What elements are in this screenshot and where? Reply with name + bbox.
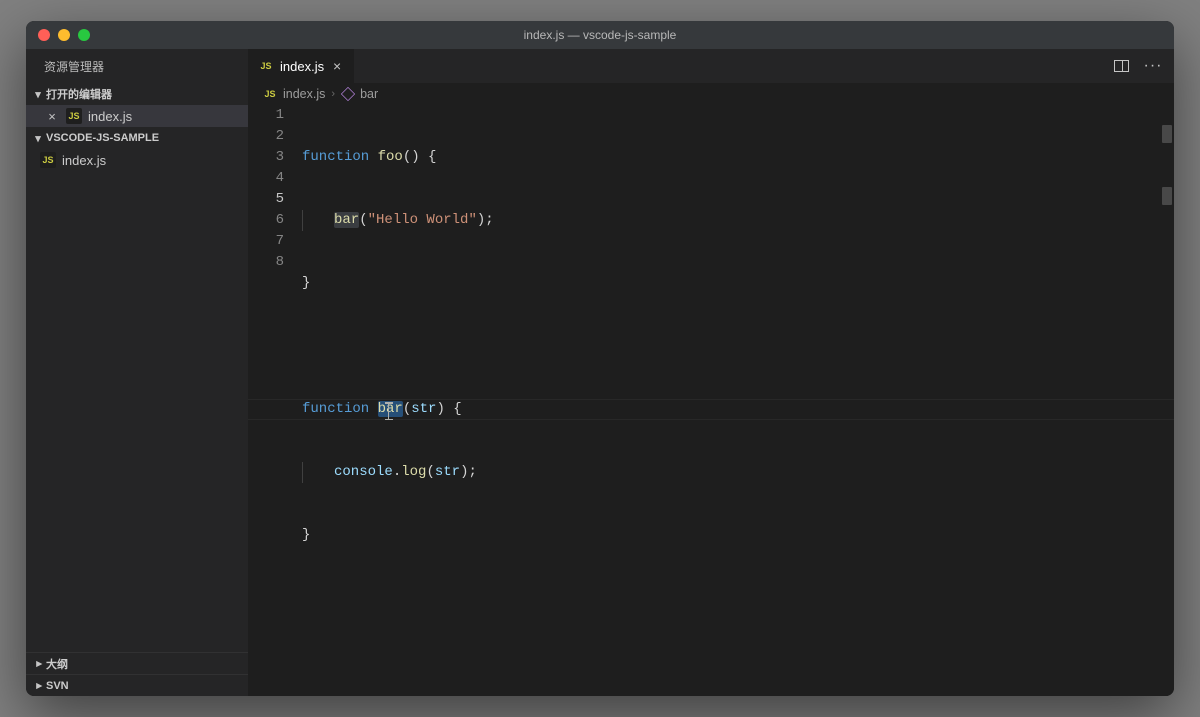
chevron-right-icon: ▾: [30, 656, 46, 672]
code-line[interactable]: }: [302, 525, 1160, 546]
js-file-icon: JS: [66, 108, 82, 124]
explorer-title: 资源管理器: [26, 49, 248, 83]
method-icon: [341, 87, 355, 101]
breadcrumb-symbol-label: bar: [360, 87, 378, 101]
folder-section[interactable]: ▾ VSCODE-JS-SAMPLE: [26, 127, 248, 149]
editor-area: JS index.js × ··· JS index.js ›: [248, 49, 1174, 696]
overview-mark: [1162, 187, 1172, 205]
svn-section[interactable]: ▾ SVN: [26, 674, 248, 696]
line-number: 2: [248, 126, 284, 147]
line-number: 5: [248, 189, 284, 210]
js-file-icon: JS: [40, 152, 56, 168]
close-icon[interactable]: ×: [44, 110, 60, 123]
chevron-right-icon: ›: [331, 88, 335, 100]
text-cursor-icon: [388, 402, 390, 420]
outline-section[interactable]: ▾ 大纲: [26, 652, 248, 674]
line-number: 4: [248, 168, 284, 189]
sidebar-spacer: [26, 171, 248, 652]
folder-label: VSCODE-JS-SAMPLE: [46, 132, 159, 144]
minimize-window-button[interactable]: [58, 29, 70, 41]
line-number: 1: [248, 105, 284, 126]
tree-file-item[interactable]: JS index.js: [26, 149, 248, 171]
zoom-window-button[interactable]: [78, 29, 90, 41]
line-number: 7: [248, 231, 284, 252]
titlebar[interactable]: index.js — vscode-js-sample: [26, 21, 1174, 49]
tab-index-js[interactable]: JS index.js ×: [248, 49, 355, 83]
workbench: 资源管理器 ▾ 打开的编辑器 × JS index.js ▾ VSCODE-JS…: [26, 49, 1174, 696]
chevron-down-icon: ▾: [30, 130, 46, 146]
line-number: 6: [248, 210, 284, 231]
code-line[interactable]: [302, 336, 1160, 357]
breadcrumb-file-label: index.js: [283, 87, 325, 101]
code-editor[interactable]: 1 2 3 4 5 6 7 8 function foo() { bar("He…: [248, 105, 1174, 696]
tabbar: JS index.js × ···: [248, 49, 1174, 83]
open-editors-section[interactable]: ▾ 打开的编辑器: [26, 83, 248, 105]
outline-label: 大纲: [46, 656, 68, 672]
more-actions-icon[interactable]: ···: [1144, 57, 1162, 75]
tree-filename: index.js: [62, 153, 106, 168]
chevron-right-icon: ▾: [30, 678, 46, 694]
chevron-down-icon: ▾: [30, 86, 46, 102]
close-icon[interactable]: ×: [330, 59, 344, 73]
code-line[interactable]: function foo() {: [302, 147, 1160, 168]
tab-label: index.js: [280, 59, 324, 74]
breadcrumb-file[interactable]: JS index.js: [262, 86, 325, 102]
svn-label: SVN: [46, 680, 69, 692]
overview-ruler[interactable]: [1160, 105, 1174, 696]
breadcrumb-symbol[interactable]: bar: [341, 87, 378, 101]
open-editors-label: 打开的编辑器: [46, 86, 112, 102]
split-editor-icon[interactable]: [1112, 57, 1130, 75]
breadcrumbs: JS index.js › bar: [248, 83, 1174, 105]
code-line[interactable]: function bar(str) {: [302, 399, 1160, 420]
tabbar-spacer: [355, 49, 1100, 83]
code-line[interactable]: [302, 588, 1160, 609]
overview-mark: [1162, 125, 1172, 143]
code-line[interactable]: console.log(str);: [302, 462, 1160, 483]
line-number: 3: [248, 147, 284, 168]
open-editor-filename: index.js: [88, 109, 132, 124]
line-number: 8: [248, 252, 284, 273]
window-controls: [26, 29, 90, 41]
app-window: index.js — vscode-js-sample 资源管理器 ▾ 打开的编…: [26, 21, 1174, 696]
close-window-button[interactable]: [38, 29, 50, 41]
code-content[interactable]: function foo() { bar("Hello World"); } f…: [302, 105, 1160, 696]
js-file-icon: JS: [258, 58, 274, 74]
code-line[interactable]: }: [302, 273, 1160, 294]
explorer-sidebar: 资源管理器 ▾ 打开的编辑器 × JS index.js ▾ VSCODE-JS…: [26, 49, 248, 696]
line-number-gutter: 1 2 3 4 5 6 7 8: [248, 105, 302, 696]
open-editor-item[interactable]: × JS index.js: [26, 105, 248, 127]
code-line[interactable]: bar("Hello World");: [302, 210, 1160, 231]
window-title: index.js — vscode-js-sample: [26, 28, 1174, 42]
tabbar-actions: ···: [1100, 49, 1174, 83]
js-file-icon: JS: [262, 86, 278, 102]
